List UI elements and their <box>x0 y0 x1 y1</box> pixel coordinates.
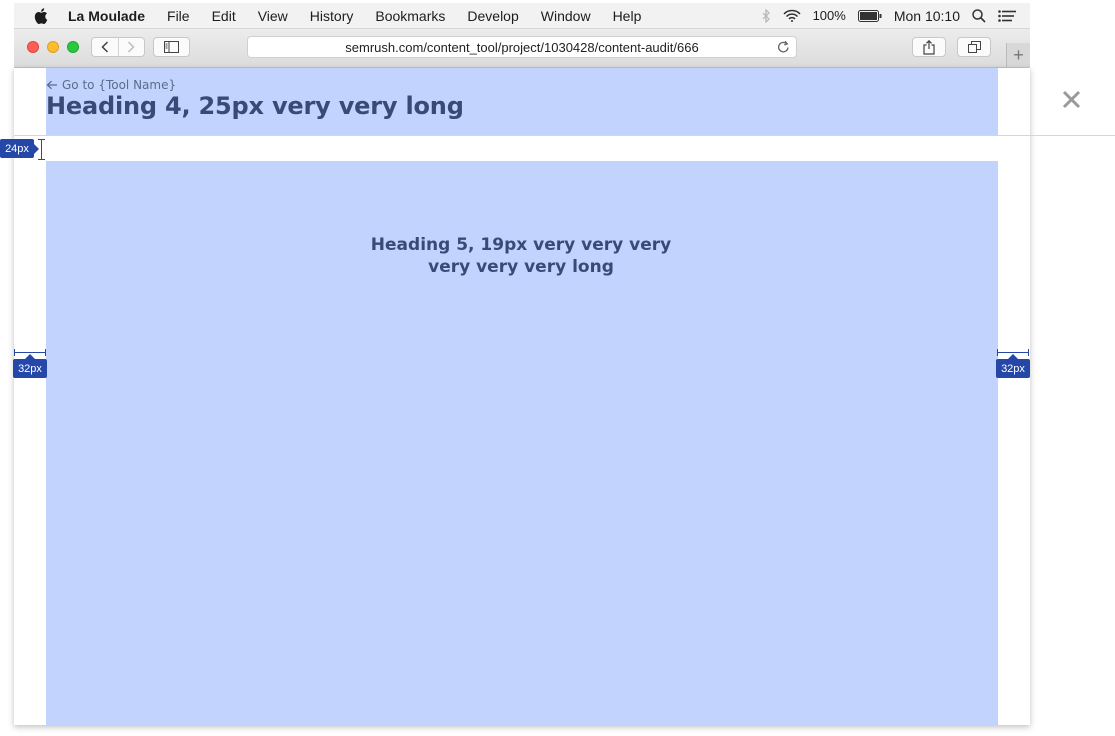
sidebar-toggle-button[interactable] <box>153 37 190 57</box>
close-window-button[interactable] <box>27 41 39 53</box>
plus-icon: + <box>1013 44 1024 65</box>
browser-toolbar: semrush.com/content_tool/project/1030428… <box>14 29 1030 68</box>
bluetooth-icon[interactable] <box>762 8 771 23</box>
spacing-guide-cap-bottom <box>38 159 45 160</box>
menu-help[interactable]: Help <box>613 8 642 24</box>
spacing-guide-vertical <box>41 139 42 160</box>
share-button[interactable] <box>912 37 946 57</box>
page-title: Heading 4, 25px very very long <box>46 92 464 120</box>
right-spacing-cap-end <box>1028 349 1029 356</box>
tabs-icon <box>967 41 981 53</box>
left-spacing-badge: 32px <box>13 354 47 378</box>
tab-overview-button[interactable] <box>957 37 991 57</box>
spacing-guide-cap-top <box>38 139 45 140</box>
battery-icon[interactable] <box>857 9 882 22</box>
back-button[interactable] <box>92 38 118 56</box>
chevron-left-icon <box>101 41 108 53</box>
url-text: semrush.com/content_tool/project/1030428… <box>345 39 699 55</box>
left-spacing-cap-end <box>45 349 46 356</box>
menu-bar: La Moulade File Edit View History Bookma… <box>14 3 1030 29</box>
app-name[interactable]: La Moulade <box>68 8 145 24</box>
menu-edit[interactable]: Edit <box>212 8 236 24</box>
back-link-label: Go to {Tool Name} <box>62 78 177 92</box>
arrow-left-icon <box>46 80 57 90</box>
new-tab-button[interactable]: + <box>1006 43 1030 67</box>
battery-percent: 100% <box>812 8 846 23</box>
address-bar[interactable]: semrush.com/content_tool/project/1030428… <box>247 36 797 58</box>
menu-bookmarks[interactable]: Bookmarks <box>375 8 445 24</box>
clock[interactable]: Mon 10:10 <box>894 8 960 24</box>
navigation-buttons <box>91 37 145 57</box>
right-spacing-guide <box>997 352 1029 353</box>
left-spacing-guide <box>14 352 46 353</box>
close-icon[interactable] <box>1061 89 1082 115</box>
menu-view[interactable]: View <box>258 8 288 24</box>
right-spacing-badge: 32px <box>996 354 1030 378</box>
top-spacing-badge: 24px <box>0 139 39 158</box>
zoom-window-button[interactable] <box>67 41 79 53</box>
menu-history[interactable]: History <box>310 8 354 24</box>
share-icon <box>923 39 935 55</box>
forward-button[interactable] <box>117 38 145 56</box>
menu-file[interactable]: File <box>167 8 190 24</box>
menu-window[interactable]: Window <box>541 8 591 24</box>
reload-icon[interactable] <box>777 40 790 57</box>
right-spacing-cap-start <box>997 349 998 356</box>
wifi-icon[interactable] <box>783 9 801 22</box>
list-icon[interactable] <box>998 9 1016 22</box>
minimize-window-button[interactable] <box>47 41 59 53</box>
left-spacing-cap-start <box>14 349 15 356</box>
menu-develop[interactable]: Develop <box>467 8 518 24</box>
chevron-right-icon <box>128 41 135 53</box>
back-link[interactable]: Go to {Tool Name} <box>46 78 176 92</box>
sidebar-icon <box>164 41 179 53</box>
apple-logo-icon[interactable] <box>34 7 54 24</box>
content-heading: Heading 5, 19px very very very very very… <box>370 235 672 277</box>
search-icon[interactable] <box>972 8 986 23</box>
header-divider <box>14 135 1115 136</box>
